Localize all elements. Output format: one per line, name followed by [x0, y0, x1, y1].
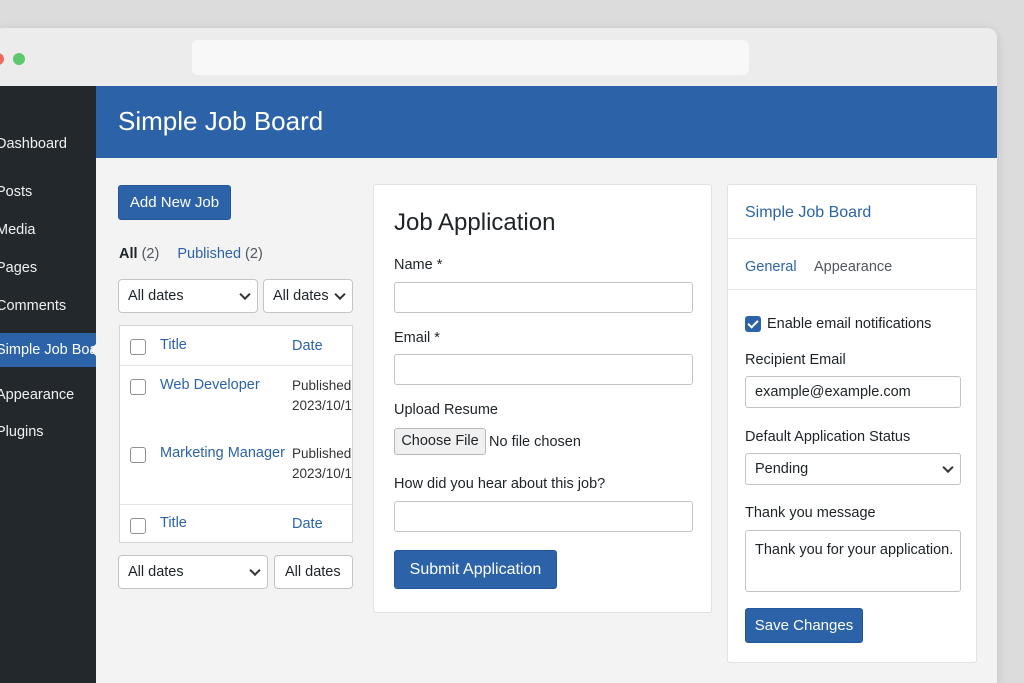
job-title-link[interactable]: Web Developer — [160, 377, 260, 393]
column-title-header[interactable]: Title — [160, 337, 187, 353]
job-application-form: Job Application Name * Email * Upload Re… — [373, 184, 712, 613]
job-date-cell: Published 2023/10/15 — [292, 376, 353, 416]
sidebar-item-posts[interactable]: Posts — [0, 175, 96, 209]
close-window-icon[interactable] — [0, 53, 4, 65]
sidebar-item-label: Media — [0, 222, 36, 238]
filter-all-count: (2) — [141, 246, 160, 262]
job-title-link[interactable]: Marketing Manager — [160, 445, 285, 461]
page-title: Simple Job Board — [118, 106, 324, 136]
default-status-select[interactable]: Pending — [745, 453, 961, 485]
jobs-table: Title Date Web Developer Published 2023/… — [119, 325, 353, 543]
email-notifications-label: Enable email notifications — [767, 316, 932, 332]
chevron-down-icon — [334, 288, 346, 301]
bulk-date-value: All dates — [128, 564, 184, 580]
sidebar-item-simple-job-board[interactable]: Simple Job Board — [0, 333, 96, 367]
divider — [728, 289, 976, 290]
submit-application-button[interactable]: Submit Application — [394, 550, 557, 589]
row-checkbox[interactable] — [130, 447, 146, 463]
email-label: Email * — [394, 330, 440, 346]
filter-published-count: (2) — [245, 246, 263, 262]
active-indicator-arrow — [90, 343, 97, 357]
default-status-label: Default Application Status — [745, 429, 911, 445]
sidebar-item-label: Pages — [0, 260, 38, 276]
column-title-footer[interactable]: Title — [160, 515, 187, 531]
thank-you-textarea[interactable]: Thank you for your application. — [745, 530, 961, 592]
add-new-job-button[interactable]: Add New Job — [118, 185, 231, 220]
settings-panel: Simple Job Board General Appearance Enab… — [727, 184, 977, 663]
save-changes-button[interactable]: Save Changes — [745, 608, 863, 643]
address-bar[interactable] — [192, 40, 749, 75]
browser-window: Dashboard Posts Media Pages Comments Sim… — [0, 28, 997, 683]
thank-you-label: Thank you message — [745, 505, 876, 521]
date-filter-value: All dates — [128, 288, 184, 304]
recipient-email-input[interactable]: example@example.com — [745, 376, 961, 408]
job-date: 2023/10/15 — [292, 398, 353, 413]
table-footer-row: Title Date — [120, 504, 352, 542]
source-label: How did you hear about this job? — [394, 476, 606, 492]
job-status: Published — [292, 446, 352, 461]
table-row: Marketing Manager Published 2023/10/10 — [120, 434, 352, 504]
resume-label: Upload Resume — [394, 402, 498, 418]
job-date-cell: Published 2023/10/10 — [292, 444, 353, 484]
filter-dates-button[interactable]: All dates — [274, 555, 353, 589]
email-input[interactable] — [394, 354, 693, 385]
filter-all-link[interactable]: All — [119, 246, 138, 262]
date-filter-select[interactable]: All dates — [118, 279, 258, 313]
select-all-checkbox[interactable] — [130, 339, 146, 355]
column-date-footer[interactable]: Date — [292, 516, 323, 532]
sidebar-item-plugins[interactable]: Plugins — [0, 415, 96, 449]
choose-file-button[interactable]: Choose File — [394, 428, 486, 455]
divider — [728, 238, 976, 239]
date-filter-value: All dates — [273, 288, 329, 304]
file-status-text: No file chosen — [489, 434, 581, 450]
sidebar-item-pages[interactable]: Pages — [0, 251, 96, 285]
chevron-down-icon — [249, 564, 261, 577]
tab-appearance[interactable]: Appearance — [814, 259, 892, 275]
source-input[interactable] — [394, 501, 693, 532]
sidebar-item-label: Simple Job Board — [0, 342, 96, 358]
settings-title: Simple Job Board — [745, 204, 872, 221]
chevron-down-icon — [942, 461, 954, 474]
status-filter-links: All (2) Published (2) — [119, 246, 263, 262]
tab-general[interactable]: General — [745, 259, 797, 275]
filter-published-link[interactable]: Published — [177, 246, 241, 262]
page-header: Simple Job Board — [96, 86, 997, 158]
name-label: Name * — [394, 257, 443, 273]
chevron-down-icon — [239, 288, 251, 301]
admin-sidebar: Dashboard Posts Media Pages Comments Sim… — [0, 86, 97, 683]
sidebar-item-label: Dashboard — [0, 136, 67, 152]
sidebar-item-media[interactable]: Media — [0, 213, 96, 247]
maximize-window-icon[interactable] — [13, 53, 25, 65]
email-notifications-checkbox[interactable] — [745, 316, 761, 332]
sidebar-item-label: Appearance — [0, 387, 75, 403]
sidebar-item-dashboard[interactable]: Dashboard — [0, 127, 96, 161]
sidebar-item-label: Plugins — [0, 424, 44, 440]
sidebar-item-label: Posts — [0, 184, 33, 200]
column-date-header[interactable]: Date — [292, 338, 323, 354]
select-all-checkbox-footer[interactable] — [130, 518, 146, 534]
row-checkbox[interactable] — [130, 379, 146, 395]
table-row: Web Developer Published 2023/10/15 — [120, 365, 352, 434]
form-title: Job Application — [394, 209, 556, 236]
sidebar-item-comments[interactable]: Comments — [0, 289, 96, 323]
sidebar-item-appearance[interactable]: Appearance — [0, 378, 96, 412]
table-header-row: Title Date — [120, 326, 352, 365]
job-date: 2023/10/10 — [292, 466, 353, 481]
recipient-email-label: Recipient Email — [745, 352, 846, 368]
job-status: Published — [292, 378, 352, 393]
sidebar-item-label: Comments — [0, 298, 67, 314]
name-input[interactable] — [394, 282, 693, 313]
browser-chrome — [0, 28, 997, 86]
bulk-date-select[interactable]: All dates — [118, 555, 268, 589]
default-status-value: Pending — [755, 461, 809, 477]
date-filter-select-secondary[interactable]: All dates — [263, 279, 353, 313]
